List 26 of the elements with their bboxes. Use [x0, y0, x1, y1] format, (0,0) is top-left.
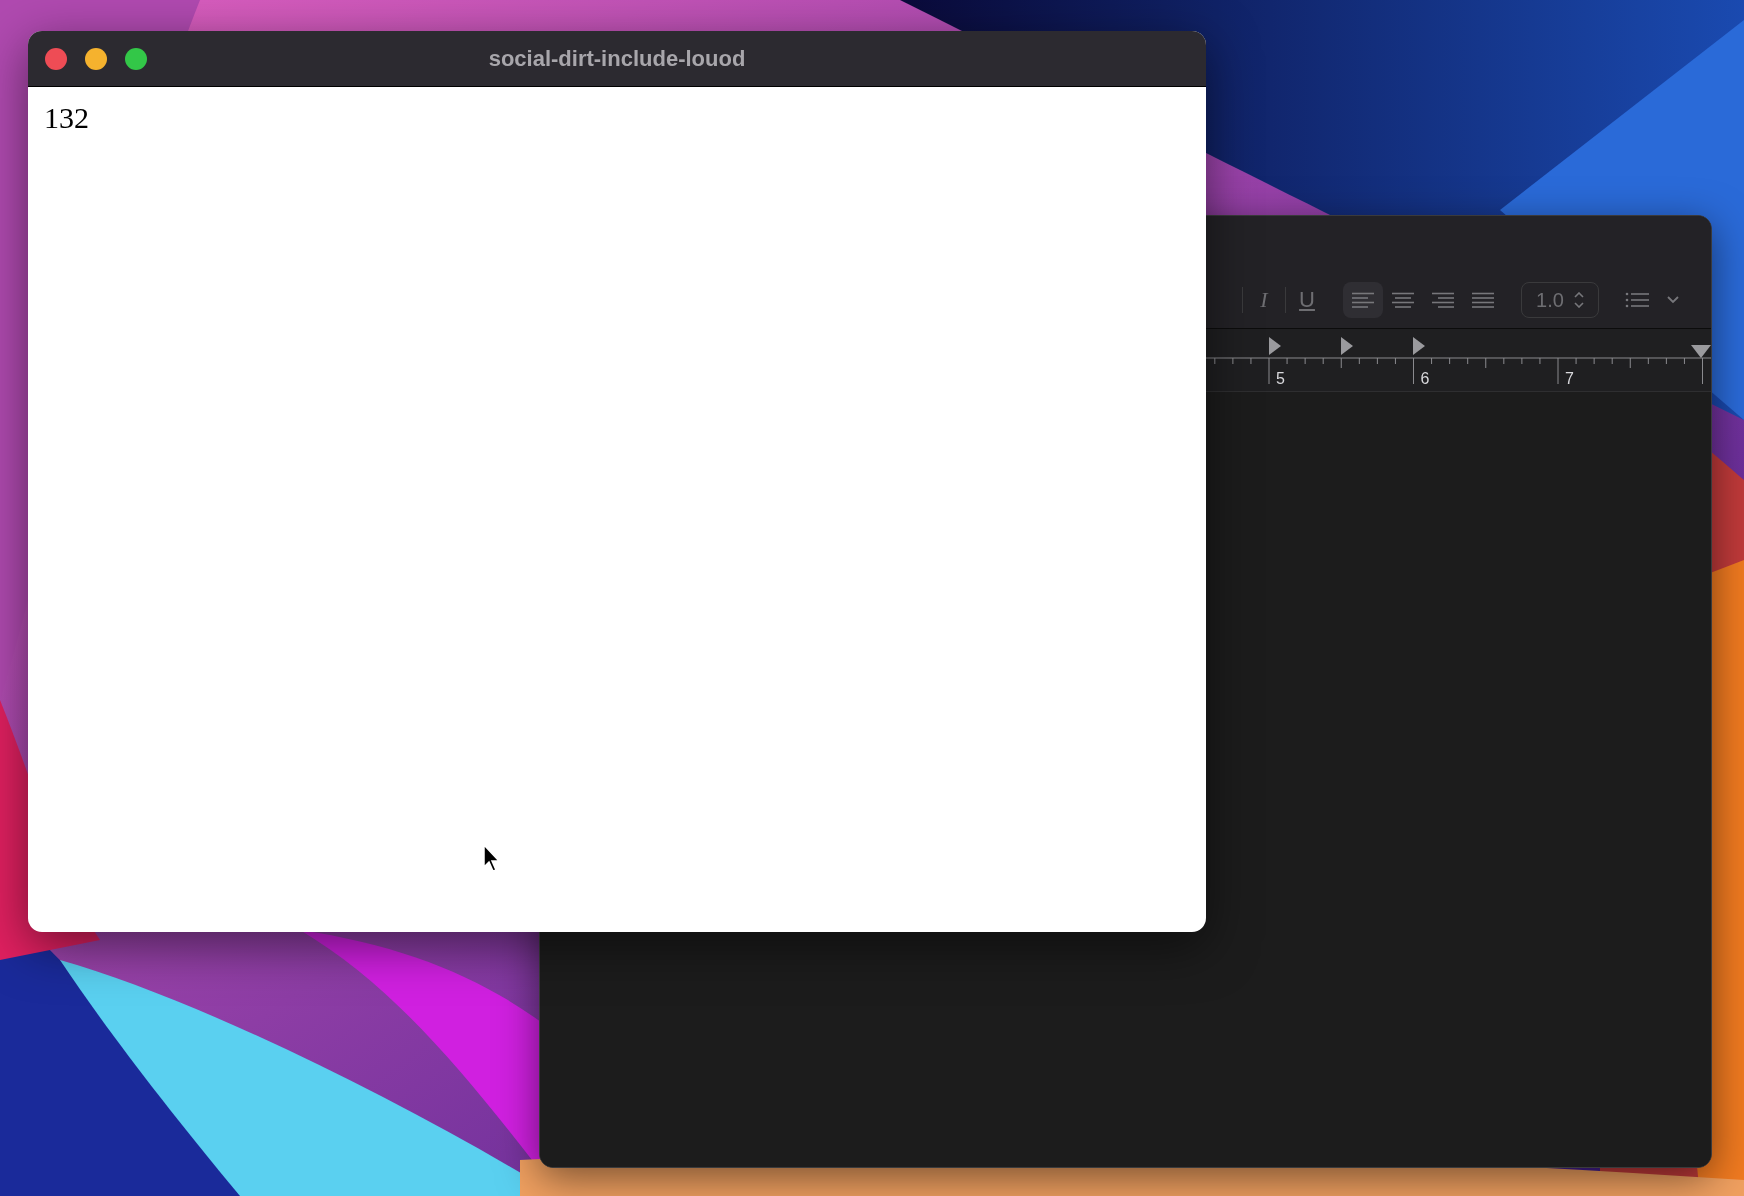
align-right-icon — [1432, 291, 1454, 309]
window-title: social-dirt-include-louod — [488, 45, 746, 71]
align-center-icon — [1392, 291, 1414, 309]
stepper-icon — [1573, 292, 1584, 308]
chevron-down-icon — [1667, 296, 1679, 304]
close-button[interactable] — [45, 47, 67, 70]
tab-stop-marker[interactable] — [1413, 337, 1425, 355]
line-spacing-field[interactable]: 1.0 — [1521, 282, 1599, 318]
minimize-button[interactable] — [85, 47, 107, 70]
line-spacing-value: 1.0 — [1536, 288, 1564, 312]
tab-stop-marker[interactable] — [1341, 337, 1353, 355]
align-justify-icon — [1472, 291, 1494, 309]
page-text: 132 — [44, 101, 89, 134]
maximize-button[interactable] — [125, 47, 147, 70]
italic-button[interactable]: I — [1248, 282, 1280, 318]
underline-button[interactable]: U — [1291, 282, 1323, 318]
ruler-label: 7 — [1565, 370, 1574, 387]
list-button[interactable] — [1625, 292, 1649, 308]
indent-marker[interactable] — [1691, 345, 1711, 358]
ruler-label: 5 — [1276, 370, 1285, 387]
align-button[interactable] — [1343, 282, 1383, 318]
ruler-label: 6 — [1420, 370, 1430, 387]
tab-stop-marker[interactable] — [1269, 337, 1281, 355]
list-icon — [1625, 292, 1649, 308]
align-left-icon — [1352, 291, 1374, 309]
dropdown-button[interactable] — [1667, 296, 1679, 304]
